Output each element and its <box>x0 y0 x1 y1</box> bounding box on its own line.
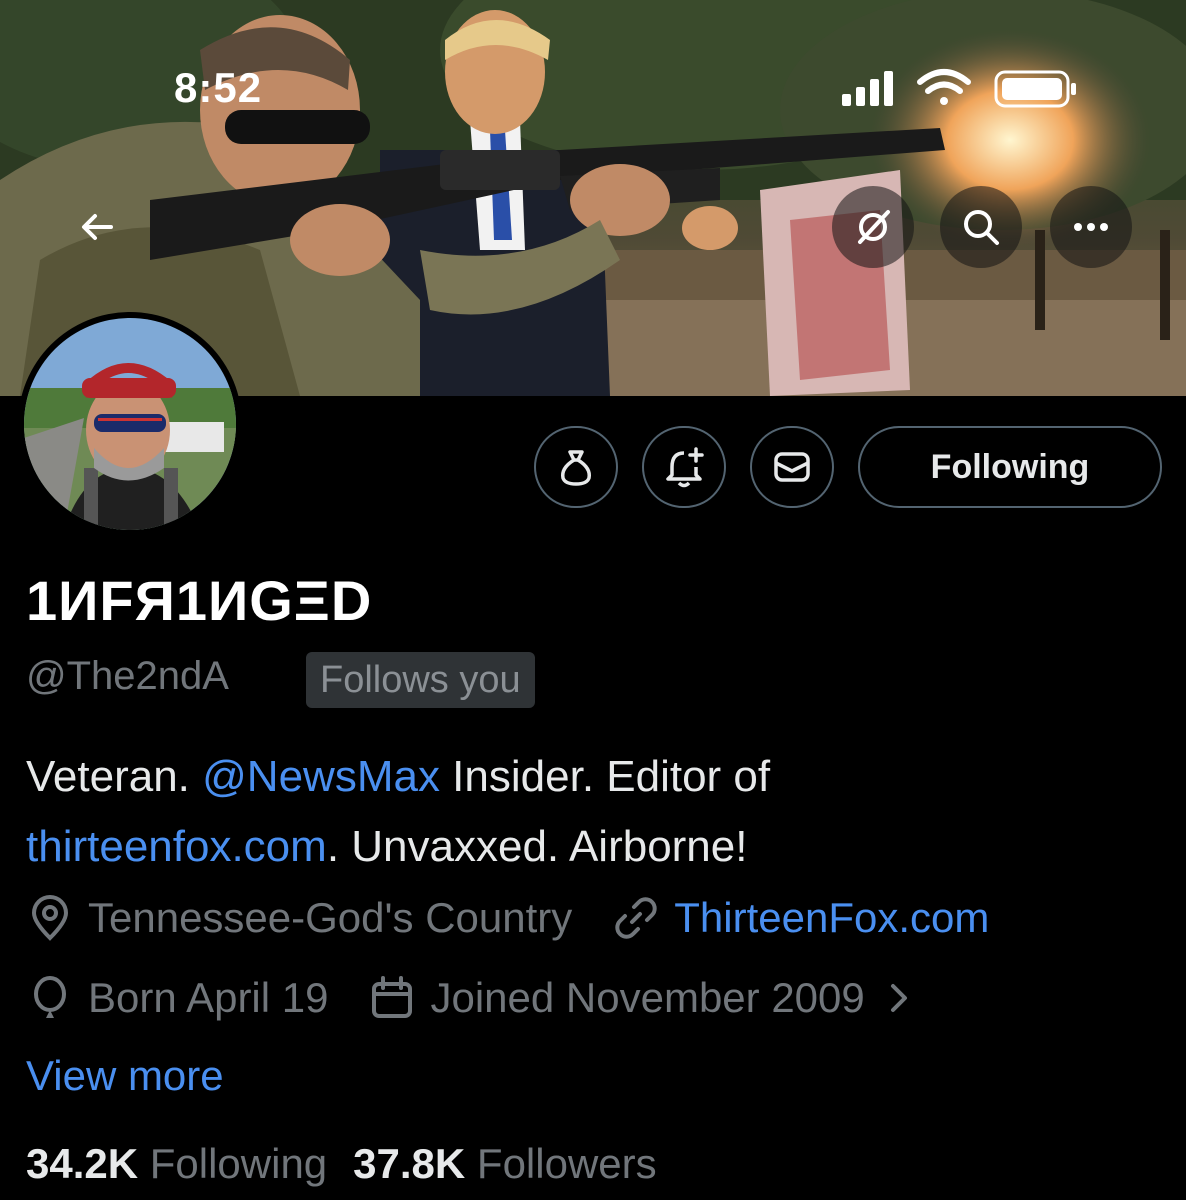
joined-text: Joined November 2009 <box>430 974 865 1021</box>
birthday-text: Born April 19 <box>88 974 329 1021</box>
website-link[interactable]: ThirteenFox.com <box>674 894 989 942</box>
notifications-button[interactable] <box>642 426 726 508</box>
followers-label: Followers <box>476 1140 657 1187</box>
profile-meta-row: Tennessee-God's Country ThirteenFox.com <box>26 894 1029 942</box>
grok-icon <box>858 210 890 244</box>
following-count: 34.2K <box>26 1140 139 1187</box>
bio-website-link[interactable]: thirteenfox.com <box>26 822 327 871</box>
location-pin-icon <box>31 895 69 941</box>
bell-plus-icon <box>666 447 704 488</box>
following-label: Following <box>149 1140 328 1187</box>
calendar-icon <box>372 976 413 1018</box>
display-name: 1ИFЯ1ИGΞD <box>26 569 373 632</box>
bio-text: Insider. Editor of <box>439 752 771 801</box>
follows-you-badge: Follows you <box>306 652 535 708</box>
chevron-right-icon <box>890 984 907 1012</box>
user-handle: @The2ndA <box>26 654 229 698</box>
more-icon <box>1074 223 1108 231</box>
follow-stats: 34.2K Following 37.8K Followers <box>26 1140 657 1188</box>
followers-count: 37.8K <box>353 1140 466 1187</box>
grok-button[interactable] <box>832 186 914 268</box>
following-stat[interactable]: 34.2K Following <box>26 1140 327 1187</box>
profile-bio: Veteran. @NewsMax Insider. Editor of thi… <box>26 742 1166 882</box>
view-more-link[interactable]: View more <box>26 1052 224 1100</box>
link-icon <box>615 897 657 939</box>
birthday: Born April 19 <box>26 974 328 1022</box>
tip-button[interactable] <box>534 426 618 508</box>
more-options-button[interactable] <box>1050 186 1132 268</box>
money-bag-icon <box>560 450 592 486</box>
search-button[interactable] <box>940 186 1022 268</box>
location: Tennessee-God's Country <box>26 894 572 942</box>
battery-icon <box>994 70 1076 108</box>
location-text: Tennessee-God's Country <box>88 894 573 941</box>
cellular-signal-icon <box>842 71 893 106</box>
profile-meta-row: Born April 19 Joined November 2009 <box>26 974 957 1022</box>
joined-date[interactable]: Joined November 2009 <box>368 974 916 1022</box>
followers-stat[interactable]: 37.8K Followers <box>353 1140 656 1187</box>
arrow-left-icon <box>82 214 113 240</box>
avatar-photo <box>24 318 236 530</box>
status-bar-time: 8:52 <box>174 64 263 111</box>
bio-text: . Unvaxxed. Airborne! <box>326 822 748 871</box>
wifi-icon <box>917 69 971 105</box>
website[interactable]: ThirteenFox.com <box>612 894 989 942</box>
back-button[interactable] <box>56 186 138 268</box>
search-icon <box>964 210 999 245</box>
balloon-icon <box>34 976 66 1018</box>
message-button[interactable] <box>750 426 834 508</box>
following-button[interactable]: Following <box>858 426 1162 508</box>
status-bar-icons <box>842 69 1076 108</box>
bio-mention-link[interactable]: @NewsMax <box>202 752 440 801</box>
profile-avatar[interactable] <box>18 312 242 536</box>
bio-text: Veteran. <box>26 752 203 801</box>
envelope-icon <box>774 452 810 482</box>
